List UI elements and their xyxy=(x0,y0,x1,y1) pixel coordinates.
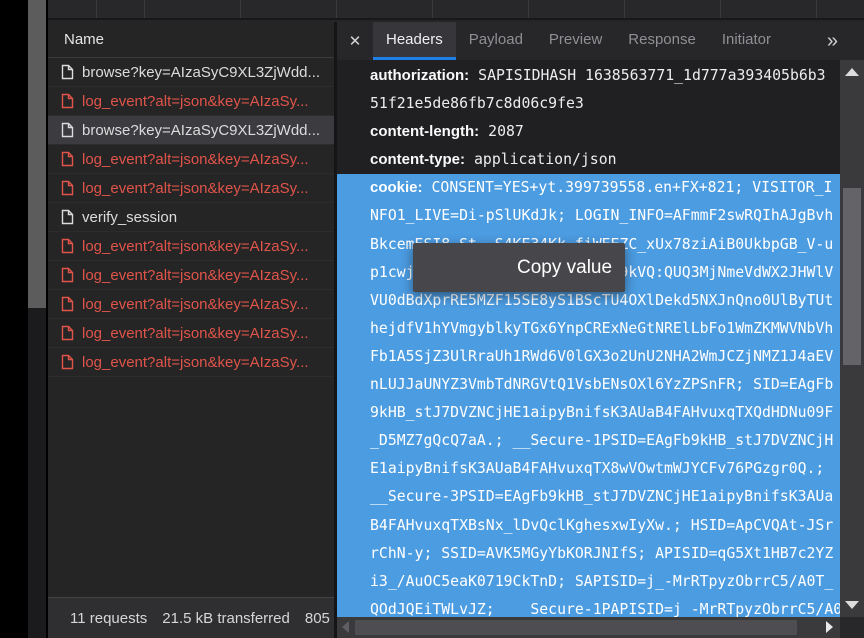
request-row[interactable]: browse?key=AIzaSyC9XL3ZjWdd... xyxy=(48,58,334,87)
more-tabs-icon[interactable]: » xyxy=(827,22,838,60)
request-name: log_event?alt=json&key=AIzaSy... xyxy=(82,93,309,110)
devtools-network-panel: Name browse?key=AIzaSyC9XL3ZjWdd... log_… xyxy=(48,0,864,638)
request-row[interactable]: log_event?alt=json&key=AIzaSy... xyxy=(48,145,334,174)
background-scrollbar-thumb[interactable] xyxy=(28,0,46,308)
request-name: log_event?alt=json&key=AIzaSy... xyxy=(82,267,309,284)
details-tab-bar: ✕ Headers Payload Preview Response Initi… xyxy=(337,22,864,60)
scrollbar-right-icon[interactable] xyxy=(826,621,833,633)
header-value: 2087 xyxy=(488,123,524,140)
transferred-size: 21.5 kB transferred xyxy=(162,610,290,627)
document-icon xyxy=(61,238,74,254)
scrollbar-left-icon[interactable] xyxy=(342,621,349,633)
request-row[interactable]: log_event?alt=json&key=AIzaSy... xyxy=(48,87,334,116)
requests-panel: Name browse?key=AIzaSyC9XL3ZjWdd... log_… xyxy=(48,22,337,638)
document-icon xyxy=(61,325,74,341)
horizontal-scrollbar[interactable] xyxy=(337,617,840,638)
resources-size: 805 kB xyxy=(305,610,334,627)
request-row[interactable]: log_event?alt=json&key=AIzaSy... xyxy=(48,261,334,290)
request-row[interactable]: verify_session xyxy=(48,203,334,232)
document-icon xyxy=(61,209,74,225)
tab-headers[interactable]: Headers xyxy=(373,22,456,60)
header-value: CONSENT=YES+yt.399739558.en+FX+821; VISI… xyxy=(432,179,833,196)
request-name: browse?key=AIzaSyC9XL3ZjWdd... xyxy=(82,64,320,81)
document-icon xyxy=(61,64,74,80)
request-name: log_event?alt=json&key=AIzaSy... xyxy=(82,325,309,342)
header-value: application/json xyxy=(474,151,617,168)
request-row[interactable]: log_event?alt=json&key=AIzaSy... xyxy=(48,348,334,377)
header-name: content-length: xyxy=(370,123,479,140)
document-icon xyxy=(61,296,74,312)
horizontal-scrollbar-thumb[interactable] xyxy=(355,620,797,635)
network-overview-strip[interactable] xyxy=(48,0,864,20)
tab-preview[interactable]: Preview xyxy=(536,22,615,60)
scrollbar-down-icon[interactable] xyxy=(845,601,859,609)
document-icon xyxy=(61,267,74,283)
document-icon xyxy=(61,180,74,196)
header-name: content-type: xyxy=(370,151,465,168)
request-name: log_event?alt=json&key=AIzaSy... xyxy=(82,354,309,371)
request-details-panel: ✕ Headers Payload Preview Response Initi… xyxy=(337,22,864,638)
document-icon xyxy=(61,354,74,370)
request-row[interactable]: log_event?alt=json&key=AIzaSy... xyxy=(48,319,334,348)
scrollbar-corner xyxy=(840,617,864,638)
document-icon xyxy=(61,122,74,138)
vertical-scrollbar[interactable] xyxy=(840,60,864,617)
request-list: browse?key=AIzaSyC9XL3ZjWdd... log_event… xyxy=(48,58,334,377)
request-name: log_event?alt=json&key=AIzaSy... xyxy=(82,296,309,313)
background-window-scrollbar[interactable] xyxy=(28,0,46,638)
request-name: verify_session xyxy=(82,209,177,226)
network-summary-bar: 11 requests 21.5 kB transferred 805 kB xyxy=(48,597,334,638)
vertical-scrollbar-thumb[interactable] xyxy=(843,188,861,365)
header-value: SAPISIDHASH 1638563771_1d777a393405b6b3 xyxy=(478,67,825,84)
headers-content: authorization: SAPISIDHASH 1638563771_1d7… xyxy=(337,60,840,617)
document-icon xyxy=(61,93,74,109)
cookie-header-selection[interactable]: cookie: CONSENT=YES+yt.399739558.en+FX+82… xyxy=(337,174,840,617)
document-icon xyxy=(61,151,74,167)
request-name: log_event?alt=json&key=AIzaSy... xyxy=(82,238,309,255)
scrollbar-up-icon[interactable] xyxy=(845,68,859,76)
request-row[interactable]: log_event?alt=json&key=AIzaSy... xyxy=(48,174,334,203)
request-row[interactable]: log_event?alt=json&key=AIzaSy... xyxy=(48,232,334,261)
request-name: log_event?alt=json&key=AIzaSy... xyxy=(82,151,309,168)
request-headers: authorization: SAPISIDHASH 1638563771_1d7… xyxy=(337,60,840,174)
request-row-selected[interactable]: browse?key=AIzaSyC9XL3ZjWdd... xyxy=(48,116,334,145)
request-count: 11 requests xyxy=(70,610,147,627)
copy-value-menu-item[interactable]: Copy value xyxy=(413,243,625,292)
request-name: log_event?alt=json&key=AIzaSy... xyxy=(82,180,309,197)
name-column-header[interactable]: Name xyxy=(48,22,334,58)
request-name: browse?key=AIzaSyC9XL3ZjWdd... xyxy=(82,122,320,139)
request-row[interactable]: log_event?alt=json&key=AIzaSy... xyxy=(48,290,334,319)
close-icon[interactable]: ✕ xyxy=(337,32,373,50)
tab-payload[interactable]: Payload xyxy=(456,22,536,60)
header-name: authorization: xyxy=(370,67,469,84)
header-name: cookie: xyxy=(370,179,423,196)
tab-initiator[interactable]: Initiator xyxy=(709,22,784,60)
header-value: 51f21e5de86fb7c8d06c9fe3 xyxy=(370,95,584,112)
tab-response[interactable]: Response xyxy=(615,22,709,60)
